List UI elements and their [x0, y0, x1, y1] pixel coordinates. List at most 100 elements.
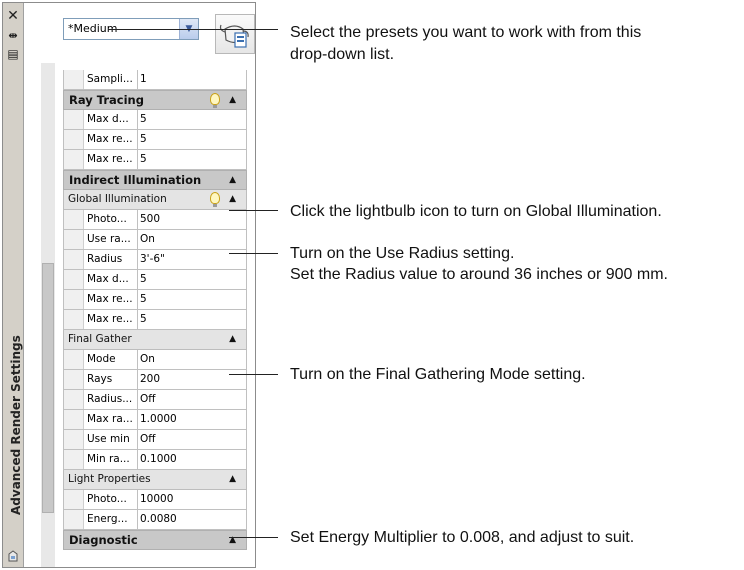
property-value[interactable]: Off	[138, 430, 156, 449]
property-row[interactable]: Use ra... On	[63, 230, 247, 250]
section-label: Final Gather	[68, 333, 132, 345]
row-indent	[64, 410, 84, 429]
property-name: Photo...	[84, 490, 138, 509]
palette-titlebar[interactable]: ✕ ⇹ ▤ Advanced Render Settings	[3, 3, 24, 567]
property-name: Max re...	[84, 130, 138, 149]
property-row[interactable]: Max d... 5	[63, 110, 247, 130]
property-row[interactable]: Min ra... 0.1000	[63, 450, 247, 470]
property-name: Rays	[84, 370, 138, 389]
property-row[interactable]: Energ... 0.0080	[63, 510, 247, 530]
property-name: Use min	[84, 430, 138, 449]
collapse-arrow-icon[interactable]: ▲	[229, 190, 236, 209]
section-header[interactable]: Diagnostic ▲	[63, 530, 247, 550]
property-name: Use ra...	[84, 230, 138, 249]
property-value[interactable]: 1	[138, 70, 147, 89]
property-value[interactable]: 10000	[138, 490, 173, 509]
callout-final-gather: Turn on the Final Gathering Mode setting…	[290, 366, 586, 383]
property-row[interactable]: Max re... 5	[63, 310, 247, 330]
row-indent	[64, 230, 84, 249]
property-row[interactable]: Radius 3'-6"	[63, 250, 247, 270]
section-label: Global Illumination	[68, 193, 167, 205]
row-indent	[64, 250, 84, 269]
row-indent	[64, 130, 84, 149]
collapse-arrow-icon[interactable]: ▲	[229, 91, 236, 110]
property-value[interactable]: 1.0000	[138, 410, 177, 429]
property-name: Radius	[84, 250, 138, 269]
callout-presets-line1: Select the presets you want to work with…	[290, 24, 642, 41]
advanced-render-settings-palette: ✕ ⇹ ▤ Advanced Render Settings *Medium ▼…	[2, 2, 256, 568]
property-row[interactable]: Mode On	[63, 350, 247, 370]
property-value[interactable]: 5	[138, 290, 147, 309]
property-value[interactable]: 5	[138, 110, 147, 129]
callout-lightbulb: Click the lightbulb icon to turn on Glob…	[290, 203, 662, 220]
row-indent	[64, 450, 84, 469]
lightbulb-icon[interactable]	[210, 192, 220, 207]
property-name: Sampli...	[84, 70, 138, 89]
collapse-arrow-icon[interactable]: ▲	[229, 531, 236, 550]
palette-title: Advanced Render Settings	[9, 335, 23, 515]
row-indent	[64, 490, 84, 509]
property-row[interactable]: Rays 200	[63, 370, 247, 390]
subsection-header[interactable]: Global Illumination ▲	[63, 190, 247, 210]
subsection-header[interactable]: Light Properties ▲	[63, 470, 247, 490]
property-value[interactable]: 500	[138, 210, 160, 229]
property-value[interactable]: 5	[138, 150, 147, 169]
callout-presets-line2: drop-down list.	[290, 46, 395, 63]
row-indent	[64, 370, 84, 389]
row-indent	[64, 290, 84, 309]
section-label: Light Properties	[68, 473, 151, 485]
property-value[interactable]: 5	[138, 270, 147, 289]
close-icon[interactable]: ✕	[6, 9, 20, 23]
callout-radius-line1: Turn on the Use Radius setting.	[290, 245, 515, 262]
collapse-arrow-icon[interactable]: ▲	[229, 470, 236, 489]
properties-icon[interactable]: ▤	[6, 47, 20, 61]
leader-line-presets	[108, 29, 278, 30]
property-value[interactable]: On	[138, 350, 155, 369]
property-name: Max re...	[84, 150, 138, 169]
row-indent	[64, 310, 84, 329]
row-indent	[64, 270, 84, 289]
scrollbar-thumb[interactable]	[42, 263, 54, 513]
property-row[interactable]: Max d... 5	[63, 270, 247, 290]
property-name: Photo...	[84, 210, 138, 229]
property-value[interactable]: 5	[138, 310, 147, 329]
property-row[interactable]: Use min Off	[63, 430, 247, 450]
property-row[interactable]: Max re... 5	[63, 130, 247, 150]
property-row[interactable]: Sampli... 1	[63, 70, 247, 90]
property-name: Max re...	[84, 290, 138, 309]
property-value[interactable]: Off	[138, 390, 156, 409]
property-row[interactable]: Photo... 500	[63, 210, 247, 230]
property-value[interactable]: On	[138, 230, 155, 249]
property-name: Radius...	[84, 390, 138, 409]
row-indent	[64, 110, 84, 129]
property-row[interactable]: Photo... 10000	[63, 490, 247, 510]
property-value[interactable]: 0.0080	[138, 510, 177, 529]
row-indent	[64, 510, 84, 529]
row-indent	[64, 70, 84, 89]
leader-line-energy	[229, 537, 278, 538]
render-button[interactable]	[215, 14, 255, 54]
callout-radius-line2: Set the Radius value to around 36 inches…	[290, 266, 668, 283]
row-indent	[64, 150, 84, 169]
lightbulb-icon[interactable]	[210, 93, 220, 108]
property-value[interactable]: 200	[138, 370, 160, 389]
property-value[interactable]: 5	[138, 130, 147, 149]
subsection-header[interactable]: Final Gather ▲	[63, 330, 247, 350]
collapse-arrow-icon[interactable]: ▲	[229, 330, 236, 349]
section-label: Diagnostic	[69, 533, 138, 547]
row-indent	[64, 350, 84, 369]
property-value[interactable]: 0.1000	[138, 450, 177, 469]
property-row[interactable]: Radius... Off	[63, 390, 247, 410]
property-name: Max ra...	[84, 410, 138, 429]
property-value[interactable]: 3'-6"	[138, 250, 165, 269]
property-row[interactable]: Max re... 5	[63, 150, 247, 170]
property-row[interactable]: Max ra... 1.0000	[63, 410, 247, 430]
collapse-arrow-icon[interactable]: ▲	[229, 171, 236, 190]
section-header[interactable]: Indirect Illumination ▲	[63, 170, 247, 190]
render-presets-icon[interactable]	[7, 547, 19, 562]
autohide-icon[interactable]: ⇹	[6, 29, 20, 43]
row-indent	[64, 210, 84, 229]
section-label: Indirect Illumination	[69, 173, 202, 187]
section-header[interactable]: Ray Tracing ▲	[63, 90, 247, 110]
property-row[interactable]: Max re... 5	[63, 290, 247, 310]
